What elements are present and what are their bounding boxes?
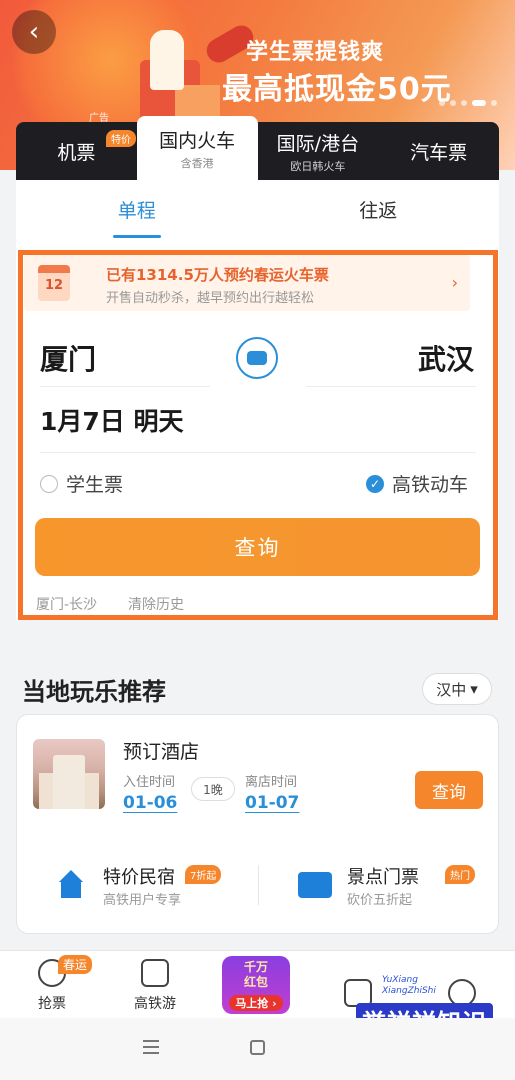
carousel-dot [450, 100, 456, 106]
hot-badge: 热门 [445, 865, 475, 884]
search-button[interactable]: 查询 [35, 518, 480, 576]
student-ticket-option[interactable]: 学生票 [40, 470, 123, 497]
tab-label: 国内火车 [159, 129, 236, 152]
promo-headline: 学生票提钱爽 [246, 40, 385, 65]
divider [258, 865, 259, 905]
grab-now-label: 马上抢 › [229, 995, 283, 1011]
radio-unchecked-icon [40, 474, 58, 493]
carousel-dots [439, 100, 497, 106]
tab-label: 国际/港台 [276, 132, 360, 155]
tab-sublabel: 含香港 [180, 156, 214, 170]
carousel-dot [461, 100, 467, 106]
nav-label: 高铁游 [134, 996, 176, 1012]
system-navigation-bar [0, 1018, 515, 1080]
spring-festival-notice[interactable]: 12 已有1314.5万人预约春运火车票 开售自动秒杀，越早预约出行越轻松 › [24, 255, 470, 311]
red-packet-promo-button[interactable]: 千万 红包 马上抢 › [222, 956, 290, 1014]
checkout-date[interactable]: 01-07 [245, 793, 299, 813]
tab-label: 机票 [57, 141, 96, 164]
tab-sublabel: 欧日韩火车 [290, 159, 346, 173]
swap-cities-button[interactable] [236, 337, 278, 379]
nav-hsr-travel[interactable]: 高铁游 [115, 951, 195, 1019]
service-subtitle: 高铁用户专享 [103, 893, 182, 908]
service-subtitle: 砍价五折起 [347, 893, 413, 908]
transport-mode-tabs: 机票 特价 国内火车 含香港 国际/港台 欧日韩火车 汽车票 [16, 116, 499, 180]
special-price-badge: 特价 [106, 130, 136, 147]
back-button[interactable]: ‹ [12, 10, 56, 54]
train-swap-icon [247, 351, 267, 365]
hotel-title: 预订酒店 [123, 741, 200, 763]
carousel-dot [439, 100, 445, 106]
tab-one-way[interactable]: 单程 [16, 180, 258, 238]
carousel-dot [491, 100, 497, 106]
high-speed-rail-option[interactable]: ✓ 高铁动车 [366, 470, 468, 497]
banner-student-figure [150, 30, 184, 90]
tab-label: 汽车票 [410, 141, 468, 164]
house-icon [53, 867, 89, 903]
watermark-subtext: YuXiang [382, 975, 418, 985]
section-title: 当地玩乐推荐 [22, 678, 166, 706]
tab-bus[interactable]: 汽车票 [378, 122, 499, 180]
hotel-image [33, 739, 105, 809]
service-title: 景点门票 [347, 867, 419, 888]
city-selector[interactable]: 汉中 ▾ [422, 673, 492, 705]
notice-title: 已有1314.5万人预约春运火车票 [106, 266, 329, 284]
arrival-city[interactable]: 武汉 [418, 338, 474, 378]
tab-flight[interactable]: 机票 特价 [16, 122, 137, 180]
train-icon [141, 959, 169, 987]
nights-count: 1晚 [191, 777, 235, 801]
divider [40, 452, 476, 453]
student-ticket-label: 学生票 [66, 474, 124, 496]
calendar-icon: 12 [38, 265, 70, 301]
departure-date[interactable]: 1月7日 明天 [40, 402, 184, 438]
departure-city[interactable]: 厦门 [40, 338, 96, 378]
watermark-subtext: XiangZhiShi [382, 986, 436, 996]
tab-international-train[interactable]: 国际/港台 欧日韩火车 [258, 122, 379, 180]
checkout-label: 离店时间 [245, 775, 298, 790]
discount-badge: 7折起 [185, 865, 222, 884]
history-item[interactable]: 厦门-长沙 [36, 594, 97, 614]
promo-label: 千万 红包 [243, 960, 268, 989]
menu-icon[interactable] [143, 1040, 159, 1054]
high-speed-rail-label: 高铁动车 [392, 474, 469, 496]
service-title: 特价民宿 [103, 867, 175, 888]
notice-subtitle: 开售自动秒杀，越早预约出行越轻松 [106, 291, 315, 306]
spring-festival-badge: 春运 [58, 955, 92, 974]
caret-down-icon: ▾ [470, 680, 478, 698]
nav-grab-ticket[interactable]: 抢票 春运 [12, 951, 92, 1019]
nav-label: 抢票 [38, 996, 66, 1012]
tab-round-trip[interactable]: 往返 [258, 180, 500, 238]
divider [40, 386, 210, 387]
ticket-icon [297, 867, 333, 903]
divider [306, 386, 476, 387]
home-icon[interactable] [250, 1040, 265, 1055]
checkin-label: 入住时间 [123, 775, 176, 790]
checkin-date[interactable]: 01-06 [123, 793, 177, 813]
carousel-dot-active [472, 100, 486, 106]
checkmark-icon: ✓ [366, 474, 384, 493]
clear-history-button[interactable]: 清除历史 [128, 594, 184, 614]
chevron-left-icon: ‹ [28, 17, 40, 47]
chevron-right-icon: › [451, 273, 458, 292]
promo-subheadline: 最高抵现金50元 [222, 72, 452, 107]
recommendation-card: 预订酒店 入住时间 01-06 1晚 离店时间 01-07 查询 特价民宿 7折… [16, 714, 499, 934]
tab-domestic-train[interactable]: 国内火车 含香港 [136, 116, 258, 180]
hotel-search-button[interactable]: 查询 [415, 771, 483, 809]
city-selector-label: 汉中 [436, 680, 467, 699]
trip-type-tabs: 单程 往返 [16, 180, 499, 238]
